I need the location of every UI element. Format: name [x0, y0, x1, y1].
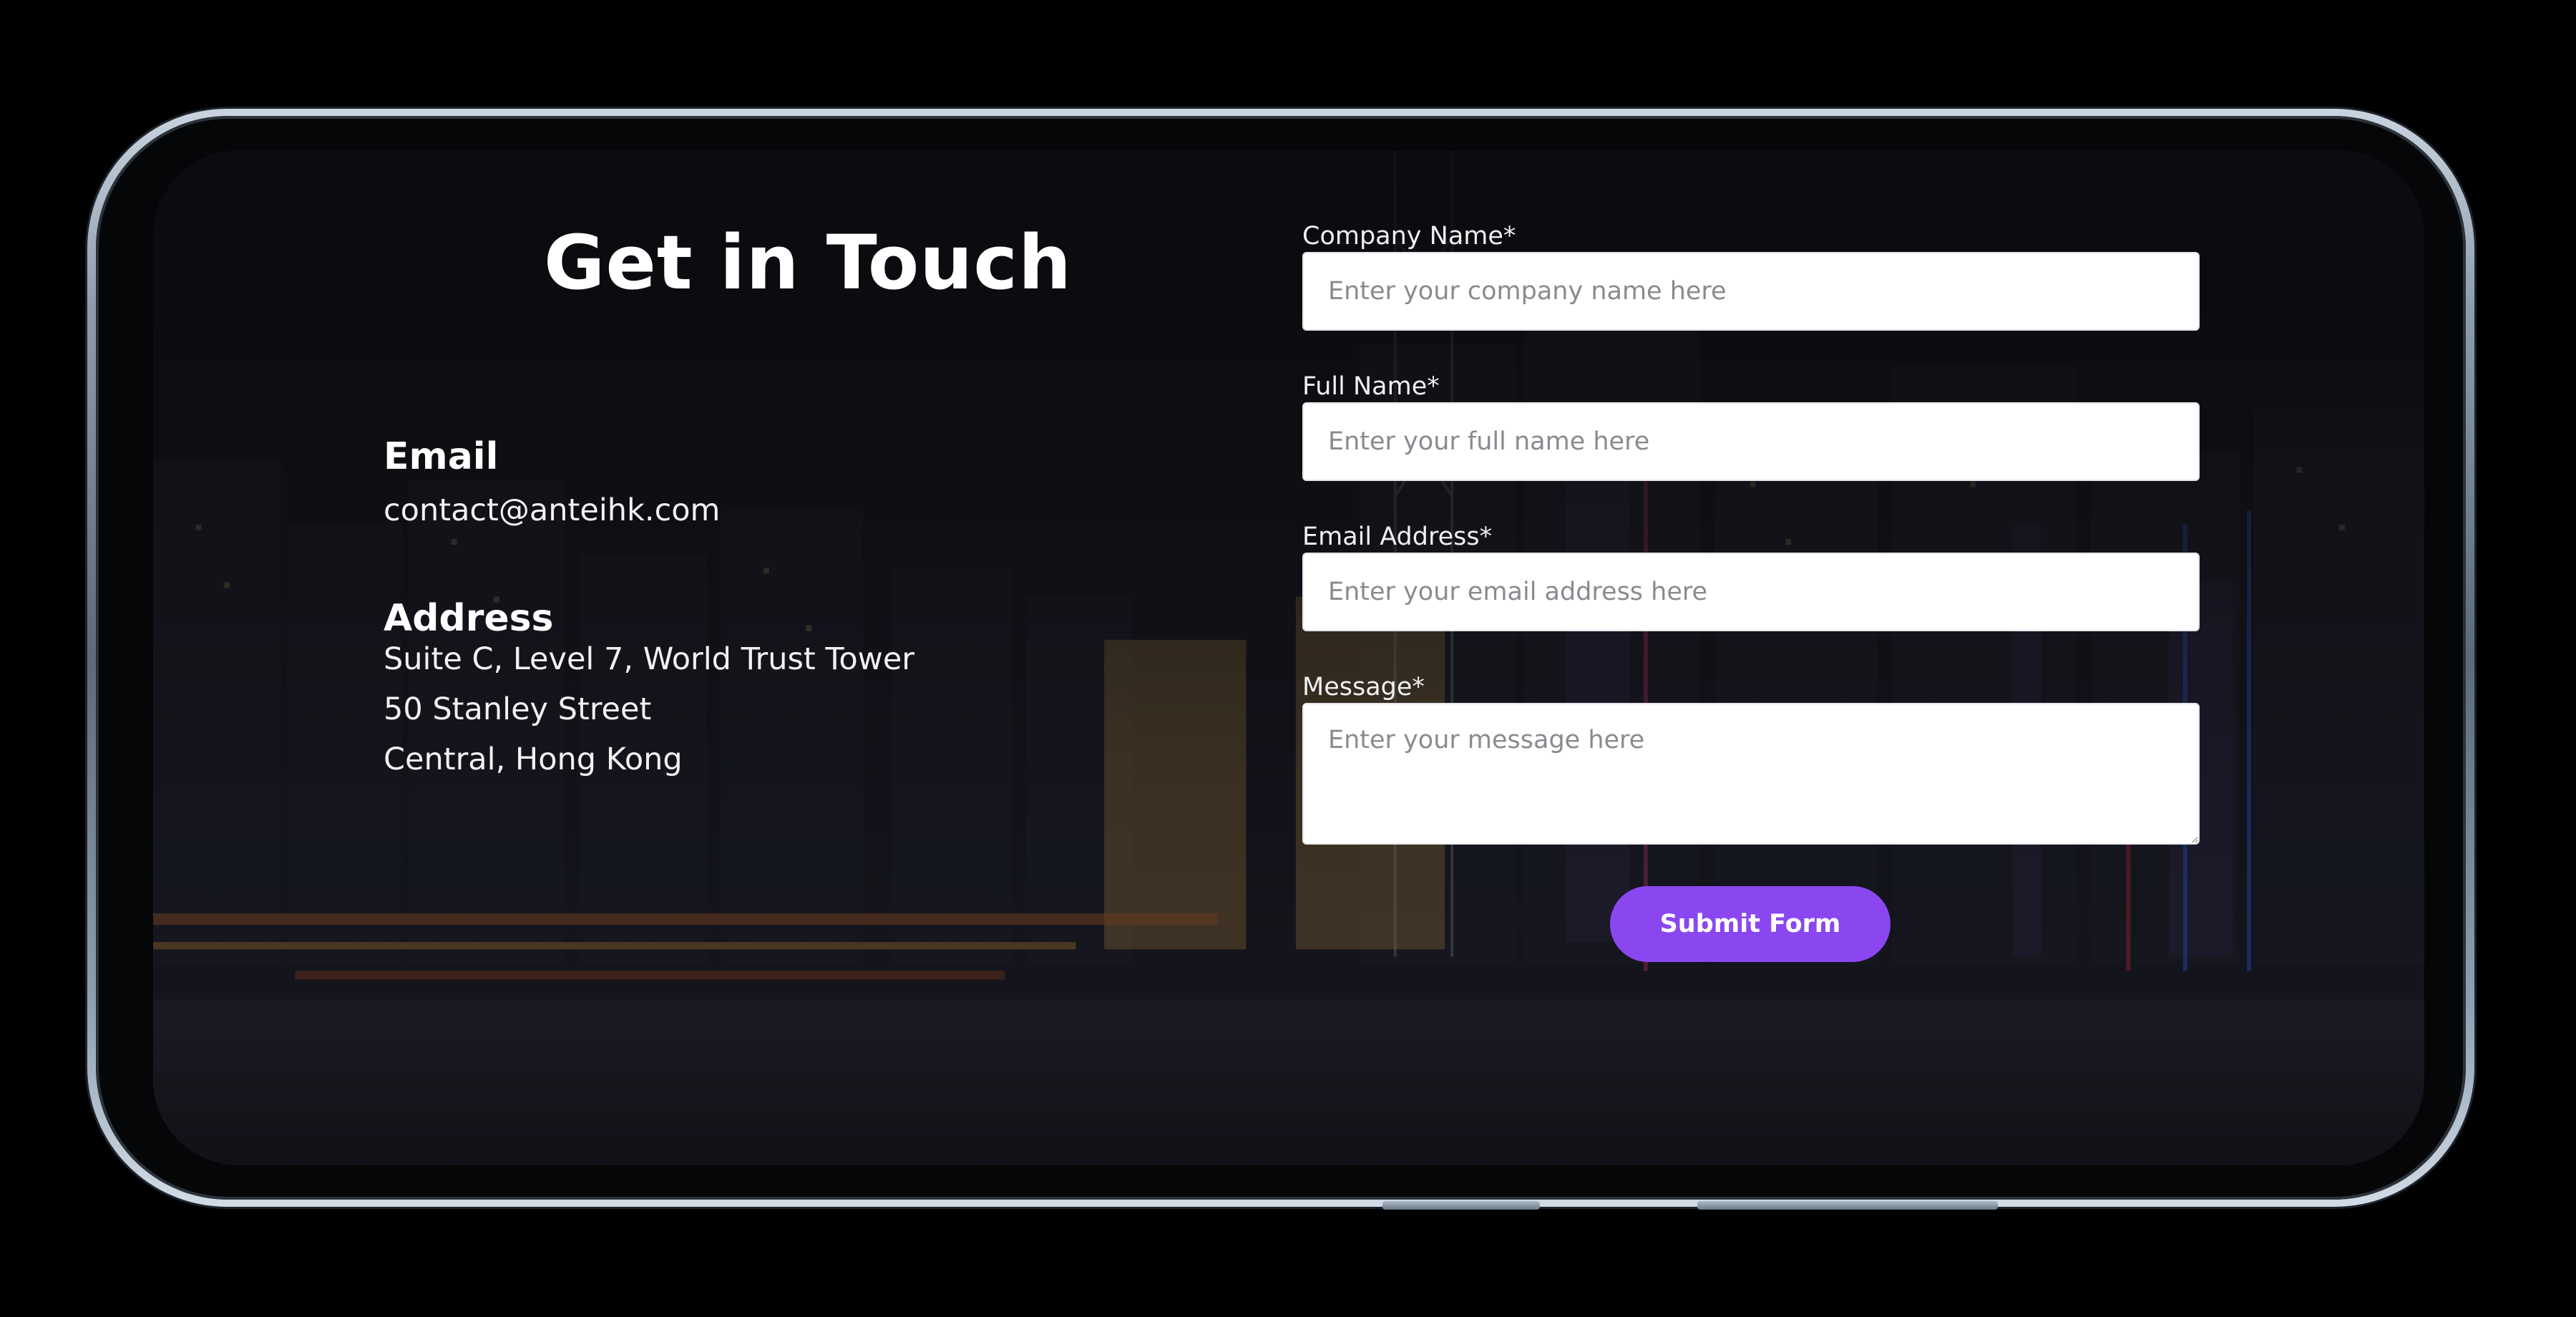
full-name-input[interactable] [1302, 402, 2200, 481]
message-label: Message* [1302, 673, 1425, 701]
phone-bezel: Get in Touch Email contact@anteihk.com A… [96, 116, 2466, 1200]
email-link[interactable]: contact@anteihk.com [384, 492, 720, 528]
volume-button [1382, 1201, 1540, 1210]
address-line: Suite C, Level 7, World Trust Tower [384, 641, 914, 677]
company-name-input[interactable] [1302, 252, 2200, 331]
email-address-label: Email Address* [1302, 523, 1493, 551]
address-heading: Address [384, 597, 554, 640]
submit-form-button[interactable]: Submit Form [1610, 886, 1890, 962]
company-name-label: Company Name* [1302, 222, 1516, 251]
message-textarea[interactable] [1302, 703, 2200, 845]
address-line: 50 Stanley Street [384, 691, 652, 727]
phone-screen: Get in Touch Email contact@anteihk.com A… [153, 150, 2424, 1165]
address-line: Central, Hong Kong [384, 742, 683, 777]
power-button [1697, 1201, 1998, 1210]
email-address-input[interactable] [1302, 553, 2200, 631]
page-title: Get in Touch [543, 219, 1073, 306]
phone-frame: Get in Touch Email contact@anteihk.com A… [87, 109, 2474, 1210]
email-heading: Email [384, 435, 499, 478]
contact-section: Get in Touch Email contact@anteihk.com A… [153, 150, 2424, 1165]
stage: Get in Touch Email contact@anteihk.com A… [0, 0, 2576, 1317]
full-name-label: Full Name* [1302, 372, 1440, 401]
